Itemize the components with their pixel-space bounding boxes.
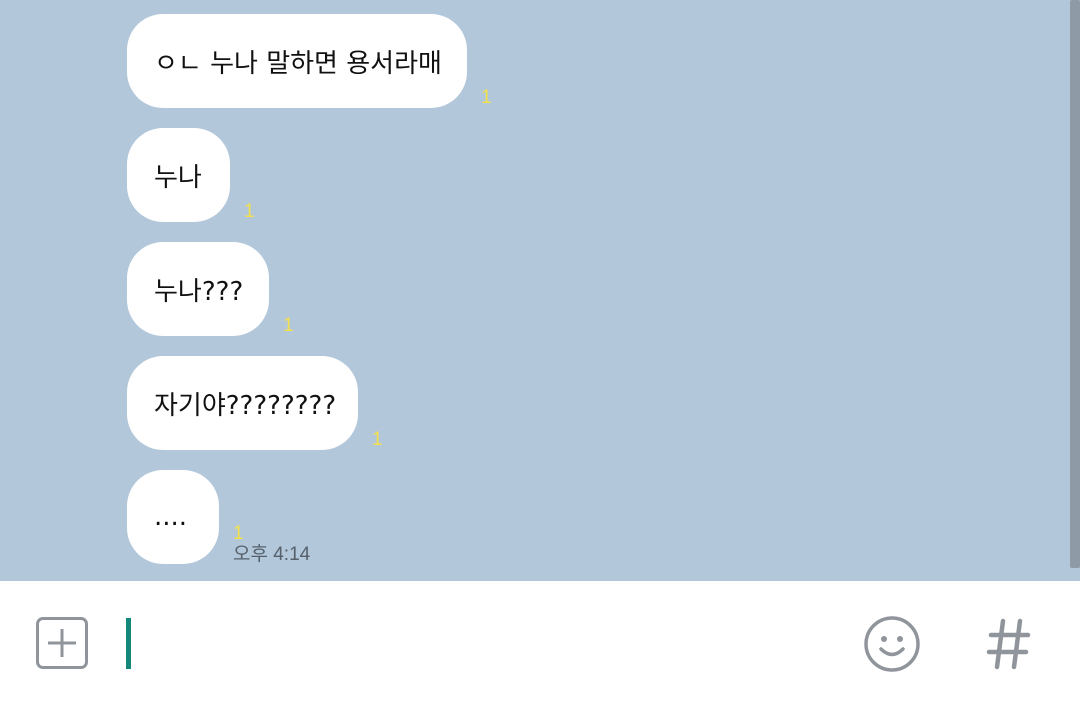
message-input[interactable] (140, 611, 834, 677)
unread-count: 1 (481, 87, 492, 108)
hashtag-icon (986, 618, 1031, 670)
message-text: 자기야???????? (154, 390, 337, 421)
chat-area: ㅇㄴ 누나 말하면 용서라매 1 누나 1 누나??? 1 자기야???????… (0, 0, 1080, 581)
message-timestamp: 오후 4:14 (233, 544, 311, 565)
message-meta: 1 (244, 202, 255, 222)
message-bubble[interactable]: .... (127, 470, 219, 564)
message-row: ㅇㄴ 누나 말하면 용서라매 1 (127, 14, 492, 108)
message-input-bar (0, 581, 1080, 707)
message-meta: 1 (481, 88, 492, 108)
text-caret (126, 618, 131, 669)
message-meta: 1 (372, 430, 383, 450)
unread-count: 1 (372, 429, 383, 450)
message-row: .... 1 오후 4:14 (127, 470, 310, 566)
chat-scrollbar[interactable] (1070, 0, 1080, 568)
message-text: ㅇㄴ 누나 말하면 용서라매 (154, 48, 442, 79)
message-text: .... (154, 502, 188, 532)
unread-count: 1 (283, 315, 294, 336)
hashtag-button[interactable] (986, 617, 1032, 671)
message-bubble[interactable]: ㅇㄴ 누나 말하면 용서라매 (127, 14, 467, 108)
unread-count: 1 (233, 523, 244, 544)
emoji-button[interactable] (863, 615, 921, 673)
message-row: 누나 1 (127, 128, 255, 222)
smiley-face-icon (864, 616, 920, 672)
plus-square-icon (48, 629, 76, 657)
message-bubble[interactable]: 누나 (127, 128, 230, 222)
message-text: 누나??? (154, 276, 244, 307)
message-row: 자기야???????? 1 (127, 356, 383, 450)
unread-count: 1 (244, 201, 255, 222)
message-meta: 1 오후 4:14 (233, 524, 310, 566)
message-bubble[interactable]: 누나??? (127, 242, 269, 336)
attach-button[interactable] (36, 617, 88, 669)
message-bubble[interactable]: 자기야???????? (127, 356, 358, 450)
message-text: 누나 (154, 162, 202, 193)
message-row: 누나??? 1 (127, 242, 294, 336)
message-meta: 1 (283, 316, 294, 336)
